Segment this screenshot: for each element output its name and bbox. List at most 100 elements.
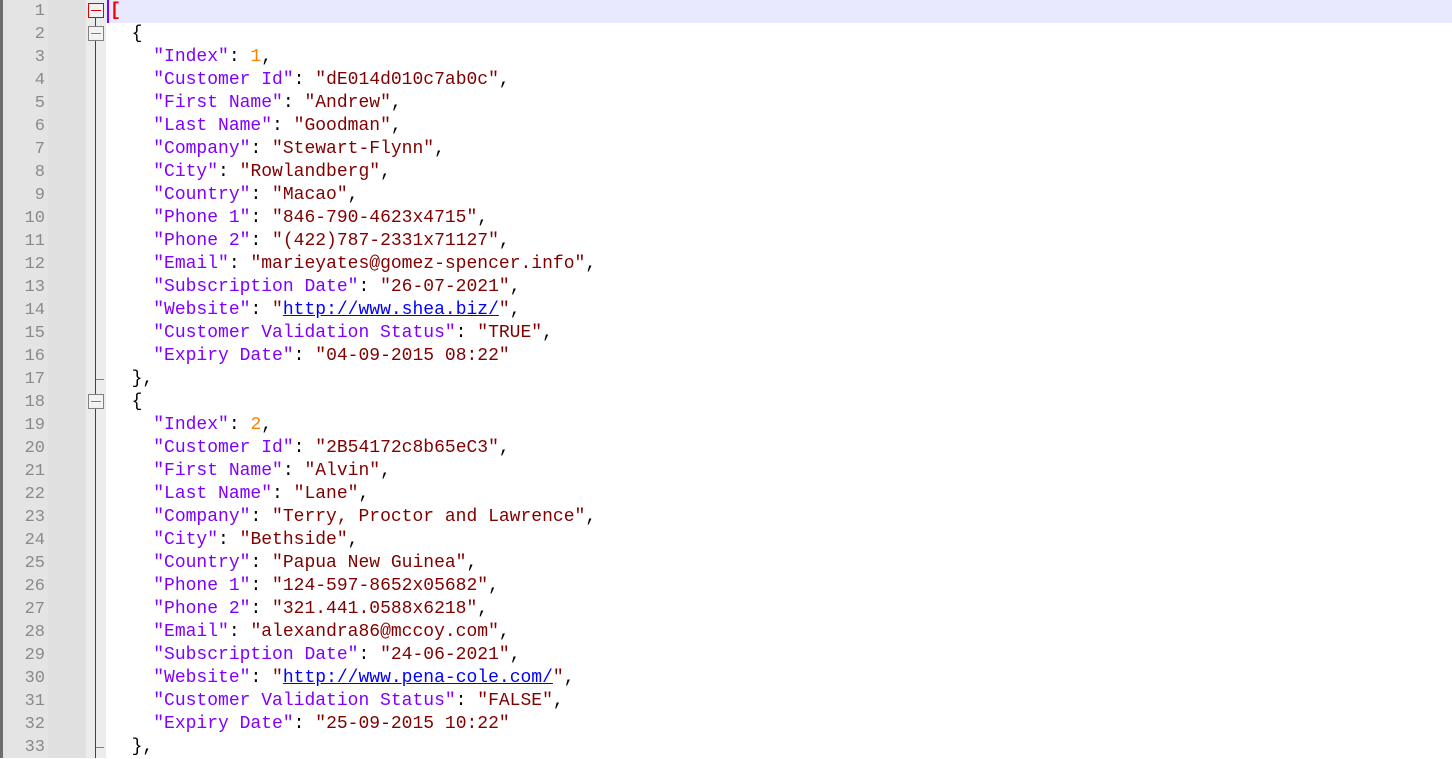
line-code[interactable]: "Customer Validation Status": "FALSE", [110, 690, 564, 713]
line-code[interactable]: "Phone 2": "(422)787-2331x71127", [110, 230, 509, 253]
object-close-brace: }, [131, 737, 154, 757]
line-code[interactable]: "Email": "marieyates@gomez-spencer.info"… [110, 253, 596, 276]
line-code[interactable]: "First Name": "Andrew", [110, 92, 401, 115]
line-code[interactable]: "Last Name": "Goodman", [110, 115, 402, 138]
json-key: "City" [153, 530, 219, 550]
line-code[interactable]: }, [110, 368, 154, 391]
code-line[interactable]: 21 "First Name": "Alvin", [0, 460, 1452, 483]
code-line[interactable]: 23 "Company": "Terry, Proctor and Lawren… [0, 506, 1452, 529]
hyperlink[interactable]: http://www.pena-cole.com/ [283, 668, 553, 688]
line-code[interactable]: "City": "Rowlandberg", [110, 161, 391, 184]
code-line[interactable]: 20 "Customer Id": "2B54172c8b65eC3", [0, 437, 1452, 460]
line-number: 28 [24, 623, 45, 642]
line-code[interactable]: "Phone 1": "124-597-8652x05682", [110, 575, 499, 598]
code-line[interactable]: 5 "First Name": "Andrew", [0, 92, 1452, 115]
code-line[interactable]: 2 { [0, 23, 1452, 46]
line-code[interactable]: "Country": "Papua New Guinea", [110, 552, 477, 575]
line-code[interactable]: "Customer Id": "dE014d010c7ab0c", [110, 69, 510, 92]
line-number: 22 [24, 485, 45, 504]
code-editor[interactable]: 1[2 {3 "Index": 1, 4 "Customer Id": "dE01… [0, 0, 1452, 758]
code-line[interactable]: 8 "City": "Rowlandberg", [0, 161, 1452, 184]
line-number: 27 [24, 600, 45, 619]
fold-collapse-icon[interactable] [88, 3, 104, 18]
code-line[interactable]: 11 "Phone 2": "(422)787-2331x71127", [0, 230, 1452, 253]
json-key: "Last Name" [153, 116, 273, 136]
json-string: "alexandra86@mccoy.com" [250, 622, 499, 642]
code-line[interactable]: 14 "Website": "http://www.shea.biz/", [0, 299, 1452, 322]
array-open-bracket: [ [110, 1, 121, 21]
line-code[interactable]: "Phone 1": "846-790-4623x4715", [110, 207, 488, 230]
code-line[interactable]: 33 }, [0, 736, 1452, 759]
colon: : [218, 162, 240, 182]
line-code[interactable]: "Last Name": "Lane", [110, 483, 369, 506]
comma: , [261, 415, 273, 435]
comma: , [563, 668, 575, 688]
code-line[interactable]: 15 "Customer Validation Status": "TRUE", [0, 322, 1452, 345]
line-code[interactable]: "City": "Bethside", [110, 529, 358, 552]
code-line[interactable]: 16 "Expiry Date": "04-09-2015 08:22" [0, 345, 1452, 368]
code-line[interactable]: 27 "Phone 2": "321.441.0588x6218", [0, 598, 1452, 621]
line-code[interactable]: { [110, 391, 143, 414]
code-line[interactable]: 19 "Index": 2, [0, 414, 1452, 437]
line-code[interactable]: "Customer Id": "2B54172c8b65eC3", [110, 437, 510, 460]
colon: : [218, 530, 240, 550]
line-code[interactable]: "Company": "Terry, Proctor and Lawrence"… [110, 506, 596, 529]
line-code[interactable]: "Expiry Date": "25-09-2015 10:22" [110, 713, 509, 736]
json-string: "dE014d010c7ab0c" [315, 70, 499, 90]
code-line[interactable]: 26 "Phone 1": "124-597-8652x05682", [0, 575, 1452, 598]
code-line[interactable]: 17 }, [0, 368, 1452, 391]
code-line[interactable]: 12 "Email": "marieyates@gomez-spencer.in… [0, 253, 1452, 276]
comma: , [498, 438, 510, 458]
fold-collapse-icon[interactable] [88, 26, 104, 41]
code-line[interactable]: 32 "Expiry Date": "25-09-2015 10:22" [0, 713, 1452, 736]
line-code[interactable]: "First Name": "Alvin", [110, 460, 391, 483]
code-line[interactable]: 30 "Website": "http://www.pena-cole.com/… [0, 667, 1452, 690]
json-key: "Customer Id" [153, 70, 294, 90]
line-code[interactable]: "Customer Validation Status": "TRUE", [110, 322, 553, 345]
code-line[interactable]: 18 { [0, 391, 1452, 414]
code-line[interactable]: 24 "City": "Bethside", [0, 529, 1452, 552]
line-code[interactable]: "Index": 2, [110, 414, 272, 437]
comma: , [358, 484, 370, 504]
code-line[interactable]: 28 "Email": "alexandra86@mccoy.com", [0, 621, 1452, 644]
code-line[interactable]: 25 "Country": "Papua New Guinea", [0, 552, 1452, 575]
line-code[interactable]: "Company": "Stewart-Flynn", [110, 138, 445, 161]
line-code[interactable]: "Subscription Date": "26-07-2021", [110, 276, 520, 299]
comma: , [261, 47, 273, 67]
code-line[interactable]: 13 "Subscription Date": "26-07-2021", [0, 276, 1452, 299]
fold-collapse-icon[interactable] [88, 394, 104, 409]
json-key: "Index" [153, 47, 229, 67]
json-string: "321.441.0588x6218" [272, 599, 478, 619]
line-code[interactable]: "Subscription Date": "24-06-2021", [110, 644, 520, 667]
line-code[interactable]: "Phone 2": "321.441.0588x6218", [110, 598, 488, 621]
colon: : [228, 415, 251, 435]
code-line[interactable]: 7 "Company": "Stewart-Flynn", [0, 138, 1452, 161]
code-line[interactable]: 31 "Customer Validation Status": "FALSE"… [0, 690, 1452, 713]
line-code[interactable]: }, [110, 736, 154, 759]
comma: , [542, 323, 553, 343]
line-code[interactable]: [ [110, 0, 121, 23]
line-number: 23 [24, 508, 45, 527]
code-line[interactable]: 6 "Last Name": "Goodman", [0, 115, 1452, 138]
comma: , [390, 116, 402, 136]
code-line[interactable]: 10 "Phone 1": "846-790-4623x4715", [0, 207, 1452, 230]
code-line[interactable]: 4 "Customer Id": "dE014d010c7ab0c", [0, 69, 1452, 92]
fold-end-marker [96, 379, 104, 380]
hyperlink[interactable]: http://www.shea.biz/ [283, 300, 499, 320]
line-code[interactable]: "Index": 1, [110, 46, 272, 69]
comma: , [347, 185, 359, 205]
line-code[interactable]: "Website": "http://www.shea.biz/", [110, 299, 520, 322]
code-line[interactable]: 9 "Country": "Macao", [0, 184, 1452, 207]
line-code[interactable]: "Country": "Macao", [110, 184, 358, 207]
code-line[interactable]: 1[ [0, 0, 1452, 23]
colon: : [455, 691, 478, 711]
line-code[interactable]: "Expiry Date": "04-09-2015 08:22" [110, 345, 509, 368]
code-line[interactable]: 3 "Index": 1, [0, 46, 1452, 69]
line-code[interactable]: { [110, 23, 143, 46]
line-code[interactable]: "Website": "http://www.pena-cole.com/", [110, 667, 575, 690]
line-code[interactable]: "Email": "alexandra86@mccoy.com", [110, 621, 510, 644]
colon: : [293, 714, 316, 734]
json-string: "marieyates@gomez-spencer.info" [250, 254, 586, 274]
code-line[interactable]: 29 "Subscription Date": "24-06-2021", [0, 644, 1452, 667]
code-line[interactable]: 22 "Last Name": "Lane", [0, 483, 1452, 506]
